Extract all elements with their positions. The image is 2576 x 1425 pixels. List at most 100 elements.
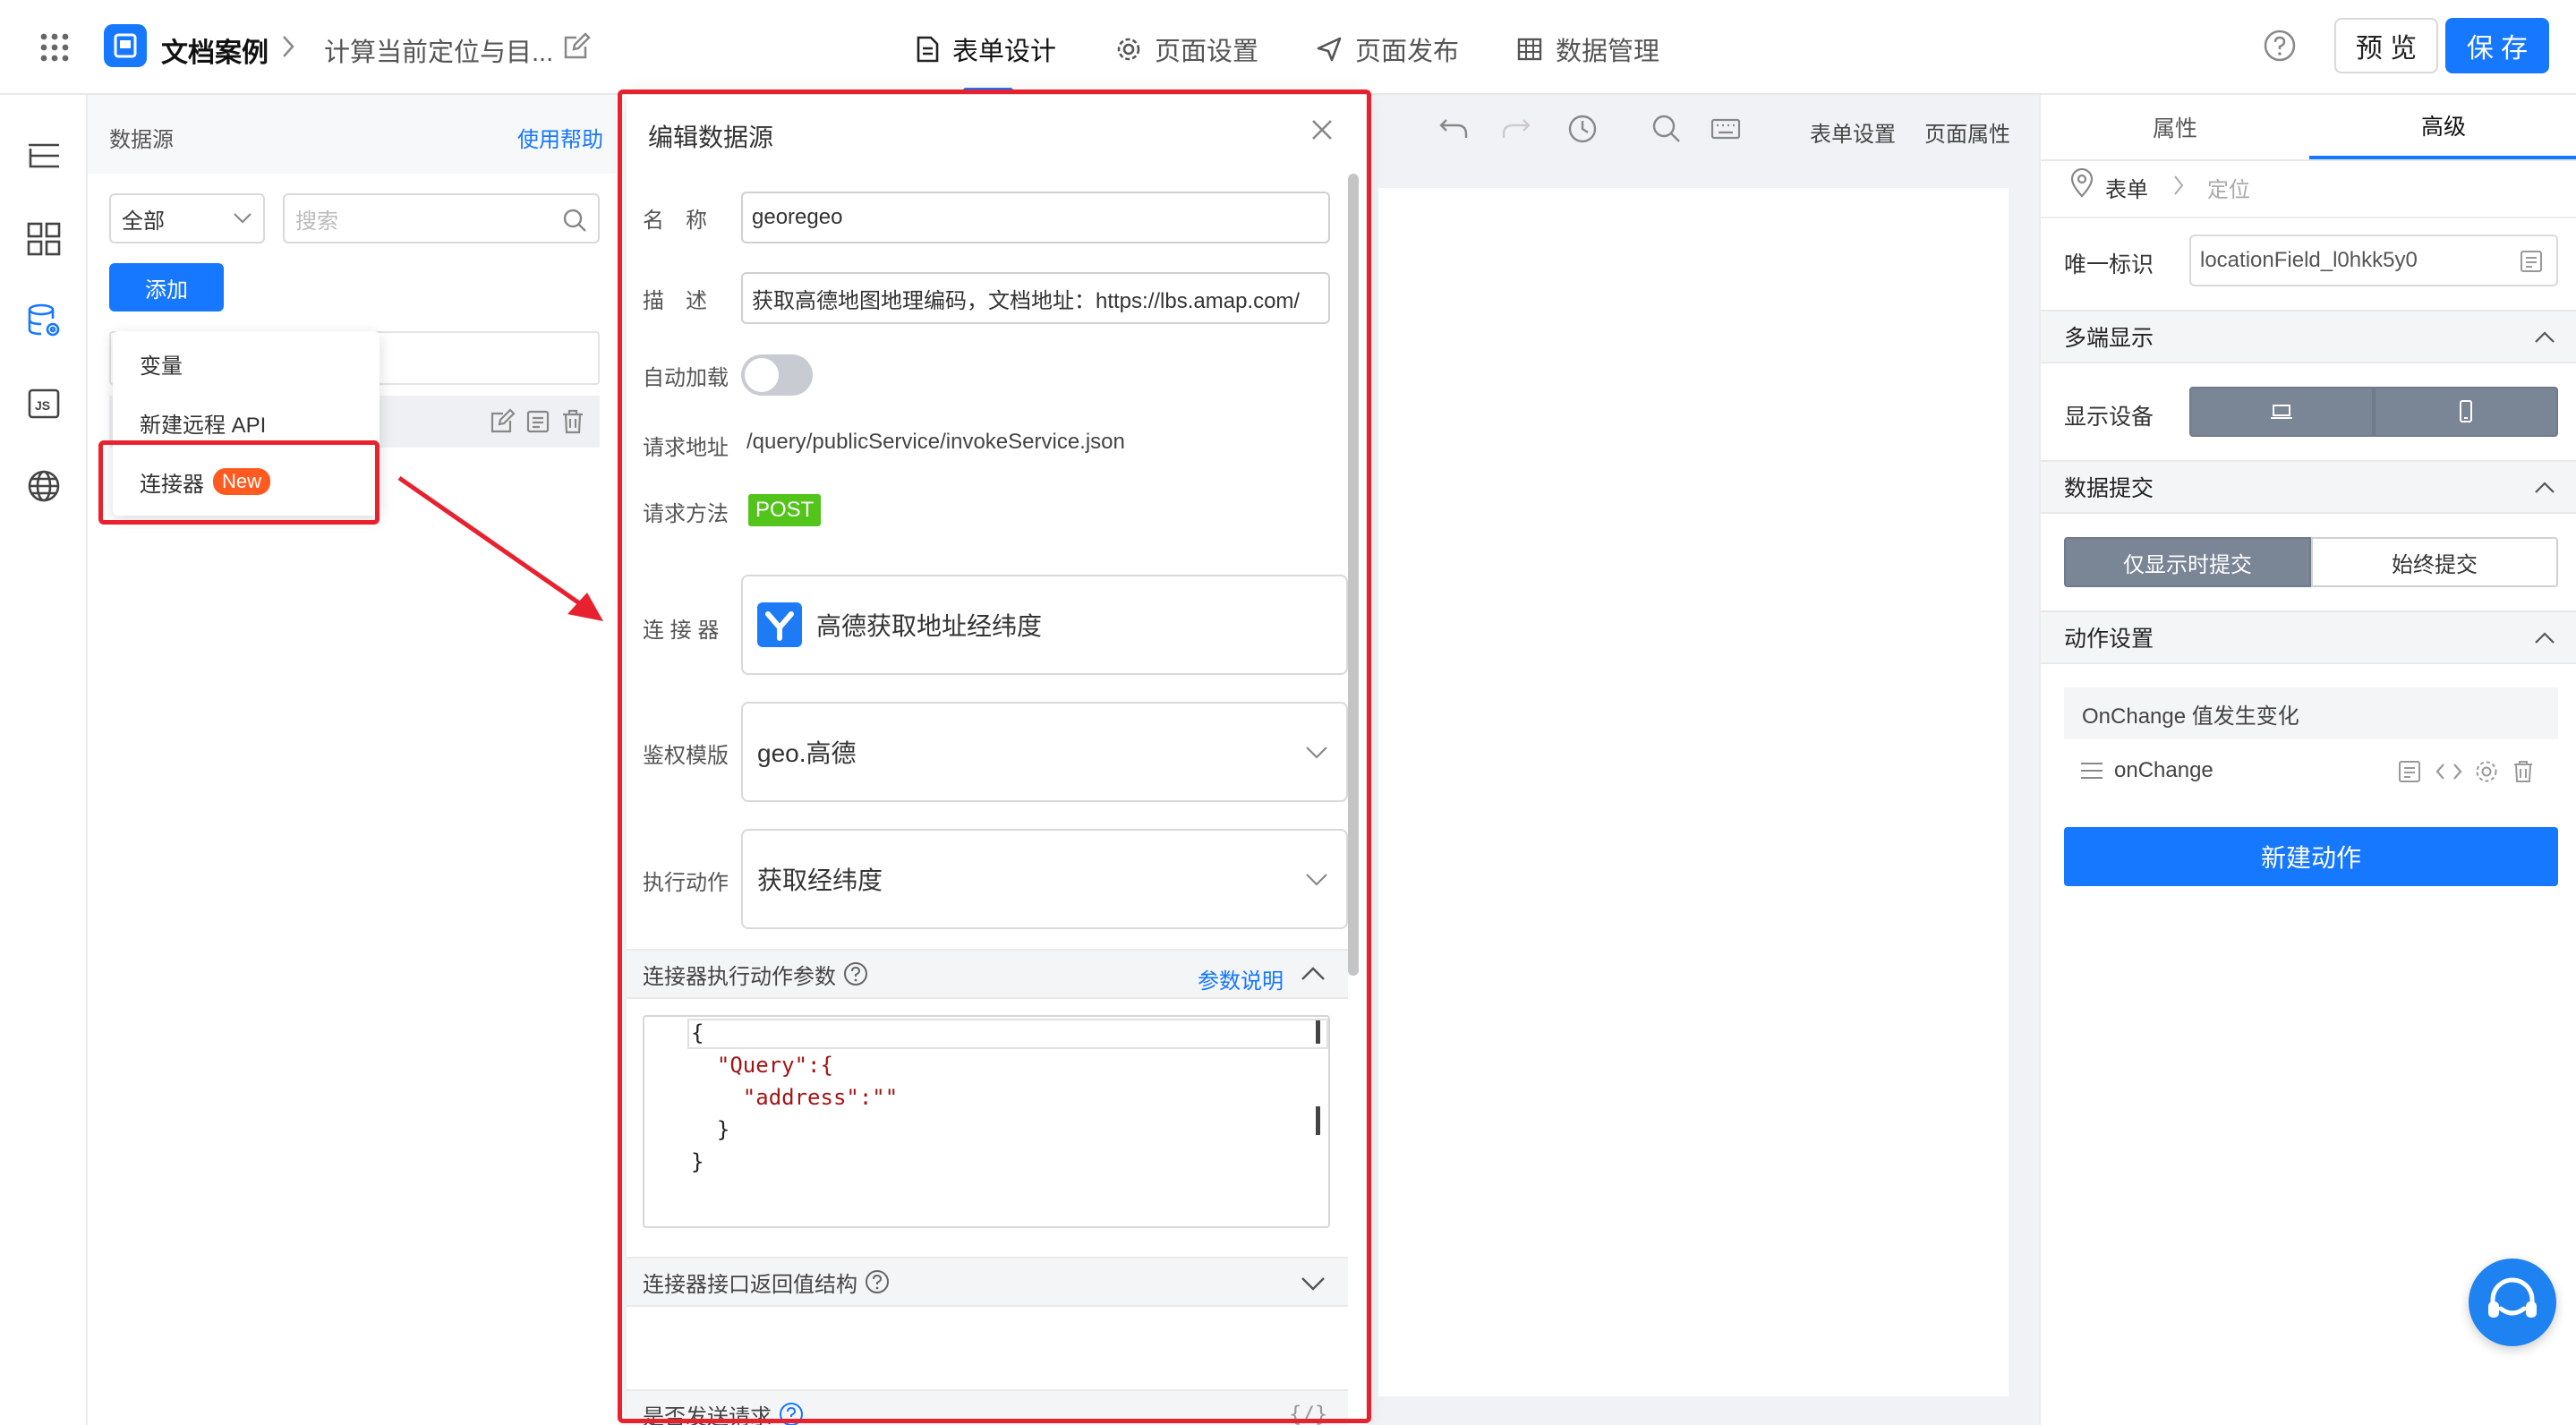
form-settings-button[interactable]: 表单设置 <box>1810 116 1896 148</box>
data-submit-section-header[interactable]: 数据提交 <box>2041 460 2576 514</box>
dialog-highlight-box <box>618 90 1371 1423</box>
always-submit-label: 始终提交 <box>2392 552 2478 577</box>
submit-when-shown-label: 仅显示时提交 <box>2123 552 2252 577</box>
chevron-up-icon <box>2535 331 2555 343</box>
keyboard-icon[interactable] <box>1710 115 1742 143</box>
app-title[interactable]: 文档案例 <box>161 30 269 70</box>
drag-handle-icon[interactable] <box>2078 761 2105 781</box>
filter-select[interactable]: 全部 <box>109 193 265 243</box>
tab-page-publish[interactable]: 页面发布 <box>1316 27 1459 72</box>
multi-display-section-header[interactable]: 多端显示 <box>2041 310 2576 363</box>
tab-data-management[interactable]: 数据管理 <box>1516 27 1659 72</box>
new-action-button[interactable]: 新建动作 <box>2064 827 2558 886</box>
send-icon <box>1317 37 1342 62</box>
display-device-label: 显示设备 <box>2064 405 2154 430</box>
onchange-action-item[interactable]: onChange <box>2064 741 2558 800</box>
datasource-title: 数据源 <box>109 128 174 152</box>
tab-form-design-label: 表单设计 <box>952 38 1057 66</box>
filter-select-value: 全部 <box>122 209 165 234</box>
action-settings-section-header[interactable]: 动作设置 <box>2041 610 2576 664</box>
app-grid-icon[interactable] <box>39 32 70 63</box>
unique-id-label: 唯一标识 <box>2064 252 2154 277</box>
device-mobile-button[interactable] <box>2374 387 2558 437</box>
tab-data-management-label: 数据管理 <box>1556 38 1660 66</box>
code-icon[interactable] <box>2435 761 2463 782</box>
search-icon <box>563 209 586 232</box>
edit-icon[interactable] <box>489 408 516 435</box>
chevron-up-icon <box>2535 482 2555 493</box>
copy-icon[interactable] <box>525 408 551 435</box>
properties-panel: 属性 高级 表单 定位 唯一标识 locationField_l0hkk5y0 … <box>2039 95 2576 1425</box>
unique-id-value: locationField_l0hkk5y0 <box>2200 248 2418 272</box>
breadcrumb-location: 定位 <box>2207 178 2250 202</box>
components-grid-icon[interactable] <box>25 220 63 258</box>
gear-icon <box>1117 38 1140 61</box>
canvas-paper[interactable] <box>1378 188 2009 1396</box>
globe-icon[interactable] <box>25 467 63 505</box>
app-logo-icon <box>104 24 147 67</box>
undo-icon[interactable] <box>1437 115 1470 143</box>
tab-page-publish-label: 页面发布 <box>1355 38 1460 66</box>
tab-form-design[interactable]: 表单设计 <box>915 27 1056 72</box>
question-circle-icon[interactable] <box>2263 29 2297 63</box>
add-datasource-button[interactable]: 添加 <box>109 263 224 311</box>
chevron-down-icon <box>234 213 252 224</box>
page-title: 计算当前定位与目... <box>324 38 554 67</box>
data-submit-title: 数据提交 <box>2064 476 2154 501</box>
menu-item-variable-label: 变量 <box>140 354 183 379</box>
onchange-header: OnChange 值发生变化 <box>2064 687 2558 739</box>
datasource-search-input[interactable]: 搜索 <box>283 193 600 243</box>
submit-when-shown-button[interactable]: 仅显示时提交 <box>2064 537 2311 587</box>
tab-page-settings[interactable]: 页面设置 <box>1115 27 1258 72</box>
location-pin-icon <box>2069 168 2094 199</box>
search-placeholder: 搜索 <box>295 209 338 234</box>
save-button[interactable]: 保 存 <box>2445 18 2549 73</box>
datasource-panel: 数据源 使用帮助 全部 搜索 添加 变量 新建远程 API 连接器 New <box>88 95 616 1425</box>
device-pc-button[interactable] <box>2189 387 2374 437</box>
section-divider <box>2041 217 2576 218</box>
tab-page-settings-label: 页面设置 <box>1155 38 1259 66</box>
menu-item-variable[interactable]: 变量 <box>113 335 380 392</box>
breadcrumb-form[interactable]: 表单 <box>2105 172 2148 203</box>
js-code-icon[interactable]: JS <box>25 385 63 422</box>
menu-item-remote-api-label: 新建远程 API <box>140 413 267 438</box>
table-icon <box>1517 38 1542 61</box>
form-doc-icon <box>917 36 939 63</box>
help-link[interactable]: 使用帮助 <box>517 122 603 153</box>
edit-title-icon[interactable] <box>562 32 591 61</box>
tabs-divider <box>2041 159 2576 161</box>
datasource-database-icon[interactable] <box>25 303 63 340</box>
breadcrumb-chevron-icon <box>279 34 297 59</box>
always-submit-button[interactable]: 始终提交 <box>2311 537 2558 587</box>
action-settings-title: 动作设置 <box>2064 627 2154 652</box>
tab-advanced[interactable]: 高级 <box>2309 95 2576 159</box>
chevron-up-icon <box>2535 632 2555 644</box>
breadcrumb-chevron-icon <box>2171 174 2186 197</box>
mobile-icon <box>2460 400 2472 422</box>
gear-icon[interactable] <box>2474 759 2499 784</box>
multi-display-title: 多端显示 <box>2064 326 2154 351</box>
tab-properties[interactable]: 属性 <box>2041 95 2309 159</box>
datasource-header: 数据源 使用帮助 <box>88 95 616 174</box>
unique-id-input[interactable]: locationField_l0hkk5y0 <box>2189 235 2558 286</box>
annotation-arrow <box>397 475 603 621</box>
delete-icon[interactable] <box>2512 759 2535 784</box>
headset-icon <box>2488 1277 2537 1318</box>
page-properties-button[interactable]: 页面属性 <box>1924 116 2010 148</box>
top-bar: 文档案例 计算当前定位与目... 表单设计 页面设置 页面发布 数据管理 预 览… <box>0 0 2576 95</box>
preview-button[interactable]: 预 览 <box>2334 18 2438 73</box>
redo-icon[interactable] <box>1500 115 1532 143</box>
support-chat-button[interactable] <box>2469 1259 2556 1346</box>
delete-icon[interactable] <box>560 408 585 435</box>
laptop-icon <box>2271 405 2292 419</box>
search-icon[interactable] <box>1651 113 1683 145</box>
left-icon-rail: JS <box>0 95 88 1425</box>
onchange-title: OnChange 值发生变化 <box>2082 704 2299 729</box>
copy-icon[interactable] <box>2519 249 2544 274</box>
connector-highlight-box <box>98 440 380 525</box>
tab-properties-label: 属性 <box>2152 116 2197 141</box>
svg-text:JS: JS <box>35 398 50 413</box>
copy-icon[interactable] <box>2397 759 2422 784</box>
history-clock-icon[interactable] <box>1566 113 1599 145</box>
outline-tree-icon[interactable] <box>25 138 63 175</box>
